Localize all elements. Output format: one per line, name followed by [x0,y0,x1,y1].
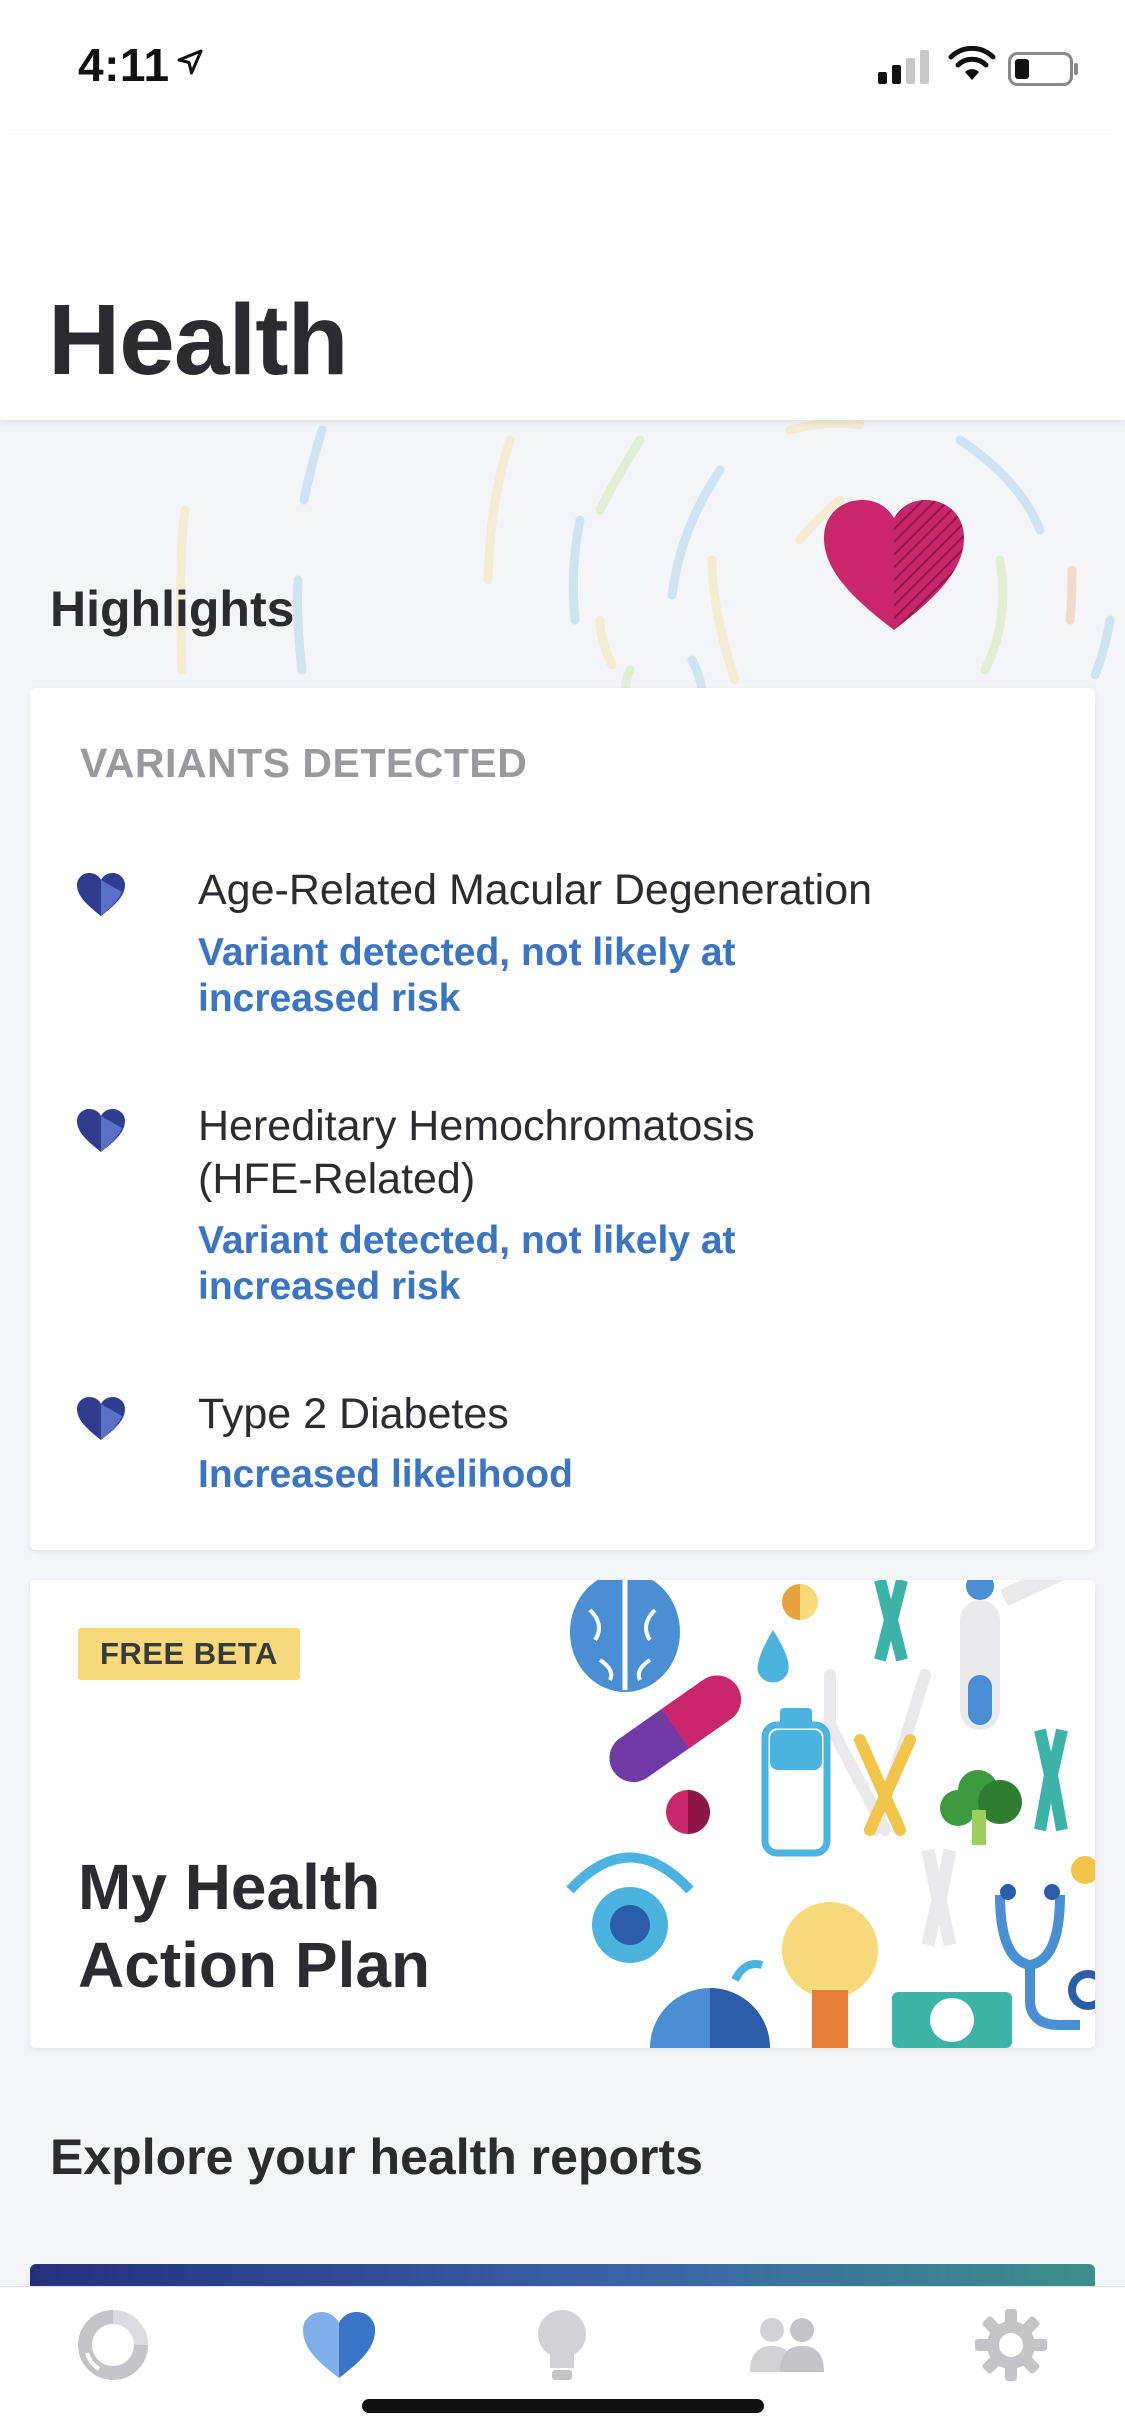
health-heart-icon [303,2312,375,2378]
status-bar: 4:11 [0,0,1125,135]
tab-traits[interactable] [517,2305,607,2385]
variant-status: Variant detected, not likely at increase… [198,931,736,1020]
tab-health[interactable] [294,2305,384,2385]
variant-item[interactable]: Hereditary Hemochromatosis (HFE-Related)… [30,1100,1095,1310]
variant-item[interactable]: Age-Related Macular Degeneration Variant… [30,864,1095,1024]
ancestry-chart-icon [78,2310,148,2380]
location-arrow-icon [177,49,203,75]
status-time: 4:11 [78,39,170,91]
variants-card[interactable]: VARIANTS DETECTED Age-Related Macular De… [30,688,1095,1550]
battery-icon [1008,52,1078,86]
variant-name: Hereditary Hemochromatosis (HFE-Related) [198,1102,755,1203]
brain-icon [570,1580,680,1692]
free-beta-badge: FREE BETA [78,1628,300,1680]
tab-ancestry[interactable] [68,2305,158,2385]
heart-icon [824,500,964,630]
tab-relatives[interactable] [742,2305,832,2385]
variant-heart-icon [77,1397,125,1440]
home-indicator [362,2399,764,2413]
lightbulb-icon [538,2310,586,2380]
variant-status: Increased likelihood [198,1453,573,1496]
health-illustration [566,1580,1095,2048]
action-plan-title: My Health Action Plan [78,1851,431,2001]
variant-name: Type 2 Diabetes [198,1390,509,1438]
variant-item[interactable]: Type 2 Diabetes Increased likelihood [30,1388,1095,1508]
explore-reports-title: Explore your health reports [50,2129,703,2185]
variant-status: Variant detected, not likely at increase… [198,1219,736,1308]
action-plan-card[interactable]: FREE BETA My Health Action Plan [30,1580,1095,2048]
variant-name: Age-Related Macular Degeneration [198,866,873,914]
cellular-signal-icon [878,50,929,84]
variant-heart-icon [77,873,125,916]
settings-gear-icon [975,2309,1047,2381]
highlights-title: Highlights [50,581,295,637]
variant-heart-icon [77,1109,125,1152]
tab-settings[interactable] [966,2305,1056,2385]
variants-heading: VARIANTS DETECTED [80,740,528,786]
page-title: Health [48,284,349,396]
tab-bar [0,2286,1125,2436]
header: Health [0,135,1125,420]
wifi-icon [948,46,996,80]
relatives-icon [750,2318,824,2372]
